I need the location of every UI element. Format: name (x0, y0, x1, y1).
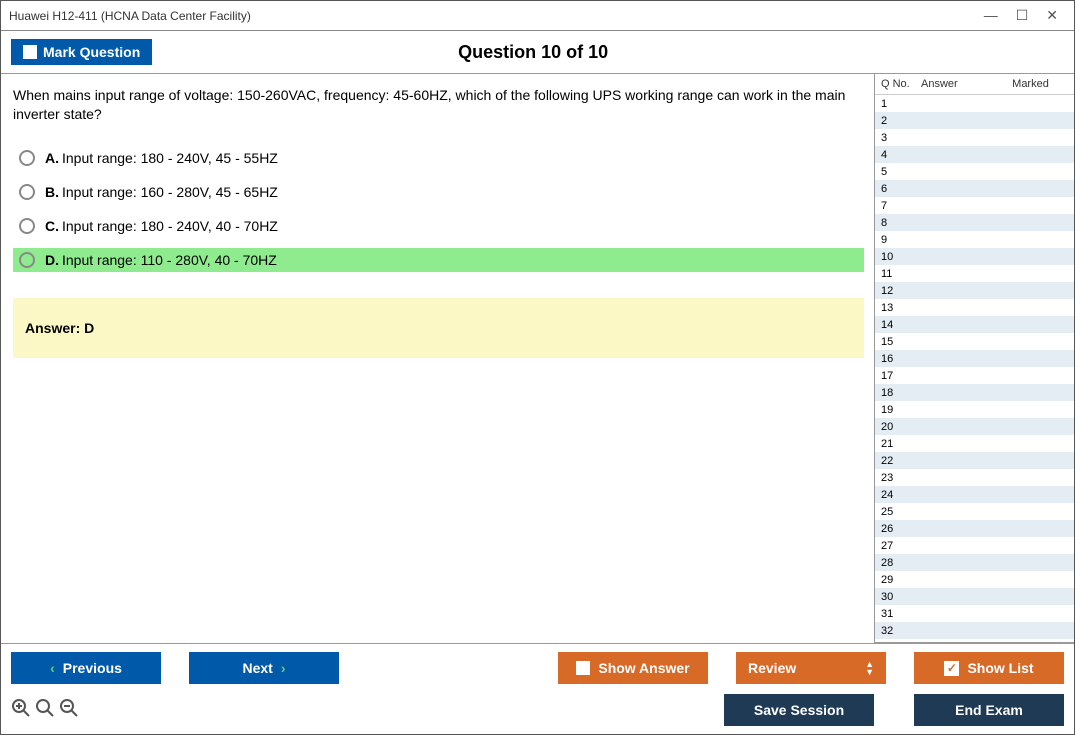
list-row[interactable]: 18 (875, 384, 1074, 401)
question-counter: Question 10 of 10 (152, 42, 914, 63)
footer: ‹ Previous Next › Show Answer Review ▲▼ … (1, 643, 1074, 734)
list-row[interactable]: 1 (875, 95, 1074, 112)
list-row[interactable]: 20 (875, 418, 1074, 435)
list-row[interactable]: 24 (875, 486, 1074, 503)
mark-question-label: Mark Question (43, 44, 140, 60)
list-row[interactable]: 12 (875, 282, 1074, 299)
chevron-right-icon: › (281, 660, 286, 676)
list-row[interactable]: 33 (875, 639, 1074, 642)
question-list-panel: Q No. Answer Marked 12345678910111213141… (874, 74, 1074, 643)
list-row[interactable]: 21 (875, 435, 1074, 452)
list-body[interactable]: 1234567891011121314151617181920212223242… (875, 95, 1074, 642)
col-marked: Marked (993, 78, 1068, 90)
checkbox-checked-icon: ✓ (944, 661, 959, 676)
window-title: Huawei H12-411 (HCNA Data Center Facilit… (9, 9, 251, 23)
list-row[interactable]: 6 (875, 180, 1074, 197)
checkbox-icon (576, 661, 590, 675)
col-qno: Q No. (881, 78, 921, 90)
zoom-icon[interactable] (35, 698, 55, 723)
sort-arrows-icon: ▲▼ (865, 660, 874, 676)
radio-icon (19, 252, 35, 268)
zoom-out-icon[interactable] (59, 698, 79, 723)
option-c[interactable]: C.Input range: 180 - 240V, 40 - 70HZ (13, 214, 864, 238)
minimize-icon[interactable]: — (984, 7, 998, 24)
maximize-icon[interactable]: ☐ (1016, 7, 1029, 24)
list-row[interactable]: 14 (875, 316, 1074, 333)
list-row[interactable]: 7 (875, 197, 1074, 214)
list-row[interactable]: 11 (875, 265, 1074, 282)
question-header-row: Mark Question Question 10 of 10 (1, 31, 1074, 74)
list-row[interactable]: 23 (875, 469, 1074, 486)
option-d[interactable]: D.Input range: 110 - 280V, 40 - 70HZ (13, 248, 864, 272)
end-exam-button[interactable]: End Exam (914, 694, 1064, 726)
list-row[interactable]: 16 (875, 350, 1074, 367)
answer-box: Answer: D (13, 298, 864, 358)
list-row[interactable]: 13 (875, 299, 1074, 316)
review-button[interactable]: Review ▲▼ (736, 652, 886, 684)
show-list-button[interactable]: ✓ Show List (914, 652, 1064, 684)
list-row[interactable]: 28 (875, 554, 1074, 571)
list-header: Q No. Answer Marked (875, 74, 1074, 95)
list-row[interactable]: 3 (875, 129, 1074, 146)
mark-question-button[interactable]: Mark Question (11, 39, 152, 65)
show-answer-button[interactable]: Show Answer (558, 652, 708, 684)
list-row[interactable]: 10 (875, 248, 1074, 265)
list-row[interactable]: 32 (875, 622, 1074, 639)
list-row[interactable]: 26 (875, 520, 1074, 537)
list-row[interactable]: 2 (875, 112, 1074, 129)
list-row[interactable]: 31 (875, 605, 1074, 622)
radio-icon (19, 184, 35, 200)
list-row[interactable]: 25 (875, 503, 1074, 520)
previous-button[interactable]: ‹ Previous (11, 652, 161, 684)
list-row[interactable]: 5 (875, 163, 1074, 180)
close-icon[interactable]: ✕ (1046, 7, 1058, 24)
list-row[interactable]: 22 (875, 452, 1074, 469)
question-text: When mains input range of voltage: 150-2… (13, 86, 864, 124)
list-row[interactable]: 4 (875, 146, 1074, 163)
col-answer: Answer (921, 78, 993, 90)
checkbox-icon (23, 45, 37, 59)
list-row[interactable]: 17 (875, 367, 1074, 384)
list-row[interactable]: 8 (875, 214, 1074, 231)
app-window: Huawei H12-411 (HCNA Data Center Facilit… (0, 0, 1075, 735)
option-a[interactable]: A.Input range: 180 - 240V, 45 - 55HZ (13, 146, 864, 170)
options-list: A.Input range: 180 - 240V, 45 - 55HZ B.I… (13, 146, 864, 272)
radio-icon (19, 218, 35, 234)
list-row[interactable]: 15 (875, 333, 1074, 350)
list-row[interactable]: 19 (875, 401, 1074, 418)
question-pane: When mains input range of voltage: 150-2… (1, 74, 874, 643)
list-row[interactable]: 29 (875, 571, 1074, 588)
zoom-in-icon[interactable] (11, 698, 31, 723)
titlebar: Huawei H12-411 (HCNA Data Center Facilit… (1, 1, 1074, 31)
next-button[interactable]: Next › (189, 652, 339, 684)
radio-icon (19, 150, 35, 166)
chevron-left-icon: ‹ (50, 660, 55, 676)
list-row[interactable]: 30 (875, 588, 1074, 605)
list-row[interactable]: 9 (875, 231, 1074, 248)
option-b[interactable]: B.Input range: 160 - 280V, 45 - 65HZ (13, 180, 864, 204)
answer-label: Answer: D (25, 320, 94, 336)
save-session-button[interactable]: Save Session (724, 694, 874, 726)
list-row[interactable]: 27 (875, 537, 1074, 554)
